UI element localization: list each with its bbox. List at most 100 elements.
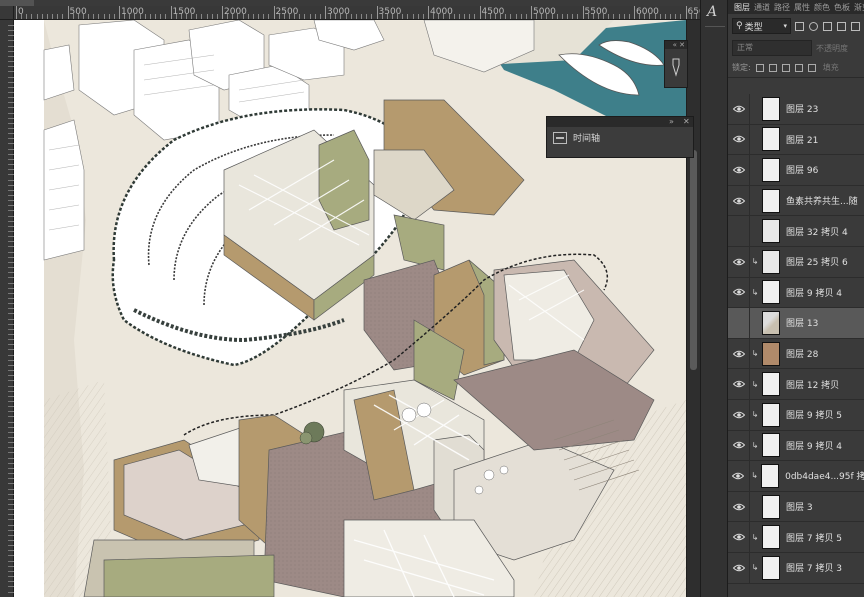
layer-name[interactable]: 图层 13 (786, 316, 818, 329)
visibility-eye-icon[interactable] (728, 552, 750, 583)
layer-row[interactable]: ↳ 图层 9 拷贝 4 (728, 277, 864, 309)
layer-name[interactable]: 图层 9 拷贝 5 (786, 408, 842, 421)
layer-thumbnail[interactable] (762, 402, 780, 427)
layer-name[interactable]: 图层 23 (786, 102, 818, 115)
collapsed-panel[interactable]: « ✕ (664, 40, 688, 88)
layer-thumbnail[interactable] (762, 157, 780, 182)
visibility-eye-icon[interactable] (728, 124, 750, 155)
layer-row[interactable]: 图层 96 (728, 155, 864, 186)
timeline-panel[interactable]: » ✕ 时间轴 (546, 116, 694, 158)
layer-thumbnail[interactable] (762, 249, 780, 274)
brush-preset-icon[interactable] (670, 57, 682, 77)
visibility-eye-icon[interactable] (728, 430, 750, 461)
panel-tab[interactable]: 渐变 (854, 2, 864, 13)
opacity-label[interactable]: 不透明度 (816, 43, 848, 54)
visibility-eye-icon[interactable] (728, 491, 750, 522)
panel-tab[interactable]: 路径 (774, 2, 790, 13)
layer-name[interactable]: 0db4dae4...95f 拷 (785, 469, 864, 482)
layer-row[interactable]: 鱼素共养共生...随 (728, 185, 864, 217)
layer-row[interactable]: 图层 3 (728, 491, 864, 523)
layer-name[interactable]: 图层 9 拷贝 4 (786, 286, 842, 299)
layer-kind-filter[interactable]: ⚲ 类型 ▾ (732, 18, 791, 34)
layer-name[interactable]: 图层 28 (786, 347, 818, 360)
layer-name[interactable]: 图层 32 拷贝 4 (786, 225, 848, 238)
canvas-vertical-scrollbar[interactable] (686, 20, 700, 597)
layer-thumbnail[interactable] (762, 372, 780, 397)
visibility-eye-icon[interactable] (728, 185, 750, 216)
layer-name[interactable]: 鱼素共养共生...随 (786, 194, 858, 207)
timeline-label[interactable]: 时间轴 (573, 131, 600, 144)
character-panel-icon[interactable]: A (707, 4, 717, 20)
layer-row[interactable]: ↳ 图层 7 拷贝 5 (728, 522, 864, 553)
layer-thumbnail[interactable] (762, 219, 780, 244)
layer-thumbnail[interactable] (762, 555, 780, 580)
adjustment-filter-icon[interactable] (809, 21, 818, 31)
layer-list[interactable]: 图层 23 图层 21 图层 96 鱼素共养共生...随 图层 32 拷贝 4 ↳ 图层 2… (728, 94, 864, 597)
close-icon[interactable]: ✕ (683, 117, 690, 126)
layer-thumbnail[interactable] (762, 188, 780, 213)
layer-row[interactable]: 图层 23 (728, 94, 864, 125)
type-filter-icon[interactable] (823, 21, 832, 31)
layer-row[interactable]: 图层 32 拷贝 4 (728, 216, 864, 247)
layer-row[interactable]: ↳ 图层 28 (728, 338, 864, 370)
layer-name[interactable]: 图层 7 拷贝 5 (786, 531, 842, 544)
panel-tab[interactable]: 属性 (794, 2, 810, 13)
layer-name[interactable]: 图层 3 (786, 500, 813, 513)
layer-row[interactable]: ↳ 图层 25 拷贝 6 (728, 246, 864, 278)
panel-tab[interactable]: 色板 (834, 2, 850, 13)
layer-thumbnail[interactable] (762, 280, 780, 305)
ruler-origin[interactable] (0, 6, 14, 20)
visibility-eye-icon[interactable] (728, 399, 750, 430)
horizontal-ruler[interactable]: 0 500 1000 1500 2000 2500 3000 3500 4000 4500 5000… (14, 6, 700, 20)
visibility-eye-icon[interactable] (728, 94, 750, 124)
layer-thumbnail[interactable] (762, 341, 780, 366)
layer-thumbnail[interactable] (762, 494, 780, 519)
layer-name[interactable]: 图层 9 拷贝 4 (786, 439, 842, 452)
layer-row[interactable]: ↳ 图层 7 拷贝 3 (728, 552, 864, 584)
visibility-eye-icon[interactable] (728, 369, 750, 399)
layer-thumbnail[interactable] (762, 96, 780, 121)
panel-tab[interactable]: 颜色 (814, 2, 830, 13)
lock-artboard-icon[interactable] (794, 63, 803, 72)
layer-name[interactable]: 图层 21 (786, 133, 818, 146)
layer-name[interactable]: 图层 7 拷贝 3 (786, 561, 842, 574)
visibility-eye-icon[interactable] (728, 155, 750, 185)
layer-name[interactable]: 图层 25 拷贝 6 (786, 255, 848, 268)
layer-row[interactable]: 图层 21 (728, 124, 864, 156)
layer-row[interactable]: ↳ 图层 9 拷贝 4 (728, 430, 864, 462)
shape-filter-icon[interactable] (837, 21, 846, 31)
smart-object-filter-icon[interactable] (851, 21, 860, 31)
panel-tab[interactable]: 通道 (754, 2, 770, 13)
layer-name[interactable]: 图层 96 (786, 163, 818, 176)
layer-thumbnail[interactable] (762, 433, 780, 458)
lock-transparent-icon[interactable] (755, 63, 764, 72)
lock-all-icon[interactable] (807, 63, 816, 72)
layer-name[interactable]: 图层 12 拷贝 (786, 378, 839, 391)
layer-thumbnail[interactable] (762, 525, 780, 550)
vertical-ruler[interactable] (0, 20, 14, 597)
visibility-eye-icon[interactable] (728, 522, 750, 552)
scroll-thumb[interactable] (690, 150, 697, 370)
visibility-eye-icon[interactable] (728, 338, 750, 369)
panel-header[interactable]: » ✕ (547, 117, 693, 127)
panel-tab[interactable]: 图层 (734, 2, 750, 13)
pixel-filter-icon[interactable] (795, 21, 804, 31)
visibility-eye-icon[interactable] (728, 246, 750, 277)
lock-image-icon[interactable] (768, 63, 777, 72)
layer-thumbnail[interactable] (762, 127, 780, 152)
visibility-eye-icon[interactable] (728, 308, 750, 338)
layer-row[interactable]: ↳ 图层 12 拷贝 (728, 369, 864, 400)
layer-row[interactable]: ↳ 0db4dae4...95f 拷 (728, 461, 864, 492)
layer-thumbnail[interactable] (762, 310, 780, 335)
collapse-arrows-icon[interactable]: « ✕ (665, 41, 687, 49)
visibility-eye-icon[interactable] (728, 461, 750, 491)
document-canvas[interactable] (14, 20, 686, 597)
fill-label[interactable]: 填充 (823, 62, 839, 73)
collapse-icon[interactable]: » (669, 117, 674, 126)
visibility-eye-icon[interactable] (728, 216, 750, 246)
visibility-eye-icon[interactable] (728, 277, 750, 308)
layer-row[interactable]: ↳ 图层 9 拷贝 5 (728, 399, 864, 431)
blend-mode-select[interactable]: 正常 (732, 40, 812, 56)
layer-row[interactable]: 图层 13 (728, 308, 864, 339)
lock-position-icon[interactable] (781, 63, 790, 72)
